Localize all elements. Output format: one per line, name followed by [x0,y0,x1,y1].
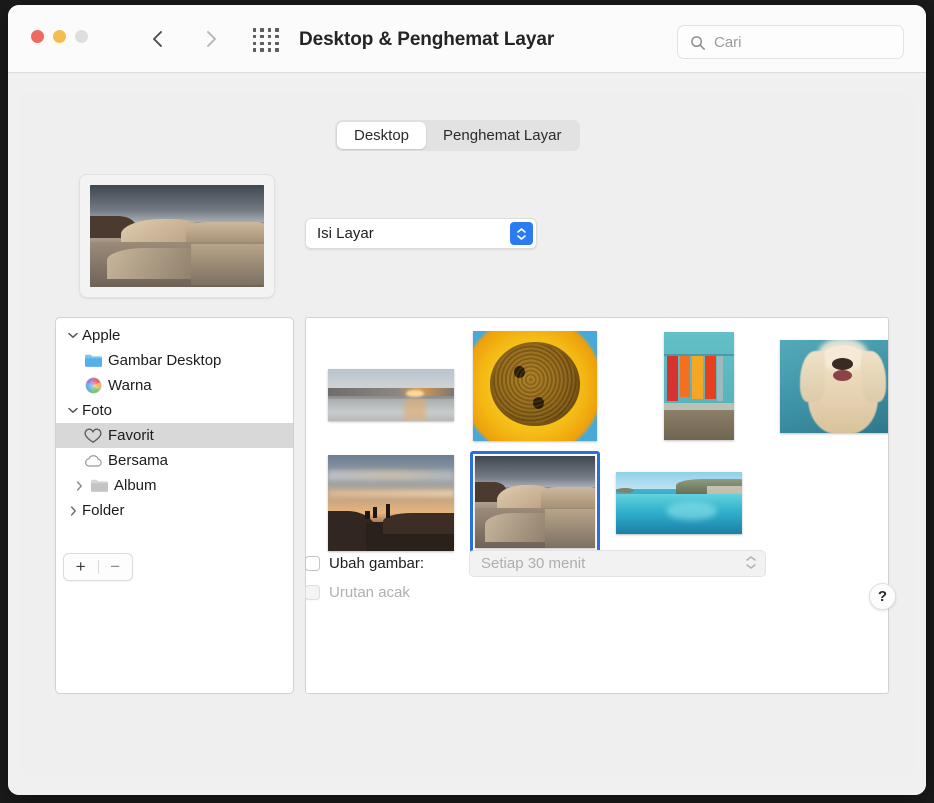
sidebar-item-label: Favorit [108,427,154,444]
sidebar-item-label: Album [114,477,157,494]
close-button[interactable] [31,30,44,43]
fill-mode-popup-button[interactable]: Isi Layar [305,218,537,249]
change-interval-popup-button[interactable]: Setiap 30 menit [469,550,766,577]
chevron-down-icon[interactable] [64,407,82,414]
wallpaper-thumbnail[interactable] [328,349,454,441]
tab-screensaver[interactable]: Penghemat Layar [426,122,578,149]
change-picture-row[interactable]: Ubah gambar: [305,555,424,572]
wallpaper-thumbnail[interactable] [328,453,454,553]
sidebar-item-label: Foto [82,402,112,419]
folder-icon [82,353,104,368]
sidebar-item-label: Bersama [108,452,168,469]
wallpaper-thumbnail[interactable] [472,331,598,441]
sidebar-item-favorit[interactable]: Favorit [56,423,293,448]
chevron-up-down-icon[interactable] [746,556,756,569]
back-arrow-icon[interactable] [144,23,172,55]
window-titlebar: Desktop & Penghemat Layar Cari [8,5,926,73]
search-field[interactable]: Cari [677,25,904,59]
sidebar-item-label: Apple [82,327,120,344]
wallpaper-thumbnail-selected[interactable] [470,451,600,553]
random-order-row[interactable]: Urutan acak [305,584,410,601]
heart-icon [82,428,104,444]
desktop-settings-panel: Desktop Penghemat Layar [19,93,915,775]
wallpaper-thumbnail[interactable] [780,331,889,441]
sidebar-item-apple[interactable]: Apple [56,323,293,348]
desktop-preview-frame[interactable] [79,174,275,298]
sidebar-item-bersama[interactable]: Bersama [56,448,293,473]
sidebar-item-label: Warna [108,377,152,394]
chevron-down-icon[interactable] [64,332,82,339]
sidebar-item-foto[interactable]: Foto [56,398,293,423]
sidebar-item-folder[interactable]: Folder [56,498,293,523]
fill-mode-value: Isi Layar [317,219,374,248]
change-interval-value: Setiap 30 menit [481,551,585,576]
sidebar-item-gambar-desktop[interactable]: Gambar Desktop [56,348,293,373]
tab-bar: Desktop Penghemat Layar [335,120,580,151]
wallpaper-thumbnail[interactable] [616,453,742,553]
change-picture-label: Ubah gambar: [329,555,424,572]
color-wheel-icon [82,377,104,394]
desktop-preview-image [90,185,264,287]
maximize-button[interactable] [75,30,88,43]
source-list-sidebar[interactable]: Apple Gambar Desktop [55,317,294,694]
chevron-up-down-icon[interactable] [510,222,533,245]
remove-folder-button[interactable]: − [99,554,133,580]
sidebar-item-label: Gambar Desktop [108,352,221,369]
random-order-label: Urutan acak [329,584,410,601]
sidebar-item-album[interactable]: Album [56,473,293,498]
sidebar-item-warna[interactable]: Warna [56,373,293,398]
change-picture-checkbox[interactable] [305,556,320,571]
show-all-preferences-icon[interactable] [253,30,283,50]
add-remove-source-button-group[interactable]: + − [63,553,133,581]
minimize-button[interactable] [53,30,66,43]
tab-desktop[interactable]: Desktop [337,122,426,149]
wallpaper-grid[interactable] [305,317,889,694]
help-button[interactable]: ? [869,583,896,610]
search-icon [690,35,706,56]
cloud-icon [82,454,104,468]
folder-gray-icon [88,478,110,493]
forward-arrow-icon[interactable] [197,23,225,55]
preference-pane-content: Desktop Penghemat Layar [8,73,926,795]
chevron-right-icon[interactable] [70,481,88,491]
random-order-checkbox[interactable] [305,585,320,600]
add-folder-button[interactable]: + [64,554,98,580]
system-preferences-window: Desktop & Penghemat Layar Cari Desktop P… [8,5,926,795]
sidebar-item-label: Folder [82,502,125,519]
wallpaper-thumbnail[interactable] [636,331,762,441]
page-title: Desktop & Penghemat Layar [299,29,554,51]
search-input-placeholder[interactable]: Cari [714,26,742,58]
chevron-right-icon[interactable] [64,506,82,516]
